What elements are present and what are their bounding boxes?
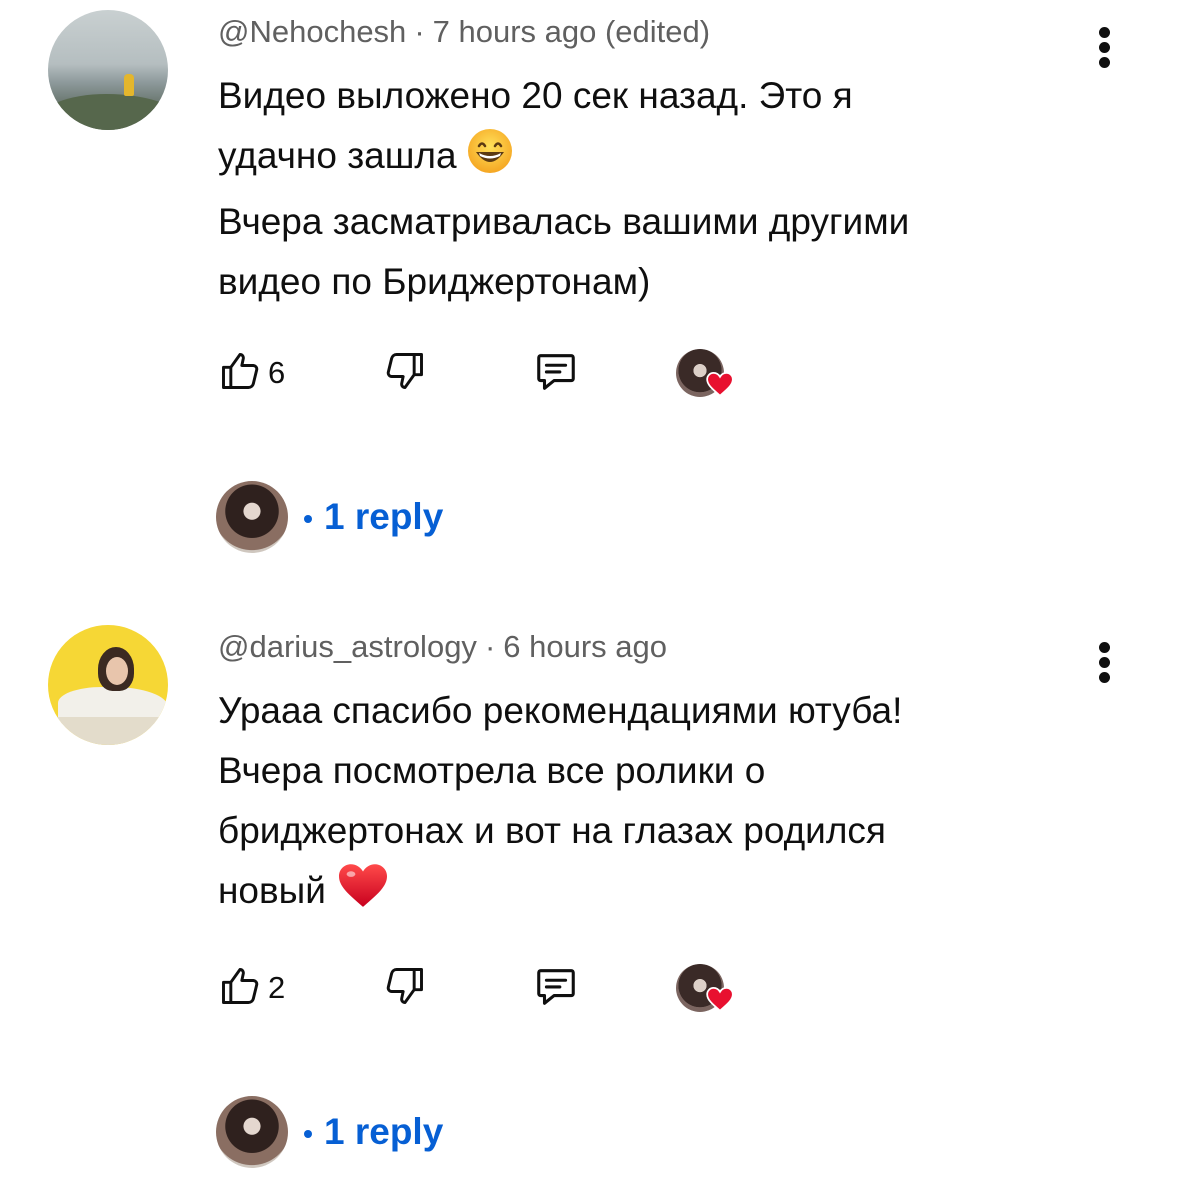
- more-vert-icon[interactable]: [1094, 640, 1116, 684]
- dislike-icon: [383, 349, 427, 398]
- grinning-face-icon: [467, 128, 513, 192]
- creator-avatar: [676, 964, 734, 1012]
- replies-bullet: [304, 515, 312, 524]
- replies-bullet: [304, 1130, 312, 1139]
- reply-author-avatar: [216, 1096, 288, 1168]
- comment-meta: @darius_astrology · 6 hours ago: [218, 629, 667, 665]
- comment-meta: @Nehochesh · 7 hours ago (edited): [218, 14, 710, 50]
- replies-toggle[interactable]: 1 reply: [216, 1095, 443, 1169]
- like-button[interactable]: 2: [218, 960, 285, 1016]
- red-heart-icon: [336, 861, 390, 927]
- like-icon: [218, 349, 262, 398]
- comment-text: Урааа спасибо рекомендациями ютуба! Вчер…: [218, 681, 1078, 927]
- comment-line-with-emoji: удачно зашла: [218, 126, 1078, 192]
- replies-label-wrap: 1 reply: [304, 496, 443, 538]
- reply-icon: [533, 348, 579, 399]
- reply-icon: [533, 963, 579, 1014]
- like-button[interactable]: 6: [218, 345, 285, 401]
- comment-actions: 6: [218, 345, 818, 405]
- creator-heart-badge: [676, 345, 734, 401]
- comment-text: Видео выложено 20 сек назад. Это я удачн…: [218, 66, 1078, 312]
- replies-toggle[interactable]: 1 reply: [216, 480, 443, 554]
- heart-icon: [706, 371, 734, 402]
- author-name[interactable]: @darius_astrology: [218, 629, 477, 664]
- creator-avatar: [676, 349, 734, 397]
- avatar-face: [106, 657, 128, 685]
- comment-line: бриджертонах и вот на глазах родился: [218, 810, 886, 851]
- reply-button[interactable]: [533, 345, 579, 401]
- comment-time: 6 hours ago: [503, 629, 667, 664]
- comment-line: новый: [218, 870, 326, 911]
- author-avatar[interactable]: [48, 625, 168, 745]
- meta-separator: ·: [484, 629, 496, 664]
- comment-time: 7 hours ago (edited): [432, 14, 711, 49]
- comment-line: видео по Бриджертонам): [218, 261, 651, 302]
- avatar-figure: [124, 74, 134, 96]
- reply-author-avatar: [216, 481, 288, 553]
- comment-line-with-emoji: новый: [218, 861, 1078, 927]
- comment-line: удачно зашла: [218, 135, 457, 176]
- comment-line: Видео выложено 20 сек назад. Это я: [218, 75, 853, 116]
- comment-line: Вчера посмотрела все ролики о: [218, 750, 766, 791]
- comment-actions: 2: [218, 960, 818, 1020]
- replies-label-wrap: 1 reply: [304, 1111, 443, 1153]
- comment-line: Вчера засматривалась вашими другими: [218, 201, 910, 242]
- replies-label: 1 reply: [324, 1111, 444, 1152]
- dislike-button[interactable]: [383, 345, 427, 401]
- avatar-table: [48, 717, 168, 745]
- heart-icon: [706, 986, 734, 1017]
- avatar-hill: [48, 94, 168, 130]
- creator-heart-badge: [676, 960, 734, 1016]
- meta-separator: ·: [414, 14, 425, 49]
- more-vert-icon[interactable]: [1094, 25, 1116, 69]
- replies-label: 1 reply: [324, 496, 444, 537]
- like-icon: [218, 964, 262, 1013]
- author-avatar[interactable]: [48, 10, 168, 130]
- like-count: 2: [268, 970, 286, 1005]
- dislike-icon: [383, 964, 427, 1013]
- reply-button[interactable]: [533, 960, 579, 1016]
- comment-line: Урааа спасибо рекомендациями ютуба!: [218, 690, 903, 731]
- like-count: 6: [268, 355, 286, 390]
- dislike-button[interactable]: [383, 960, 427, 1016]
- author-name[interactable]: @Nehochesh: [218, 14, 406, 49]
